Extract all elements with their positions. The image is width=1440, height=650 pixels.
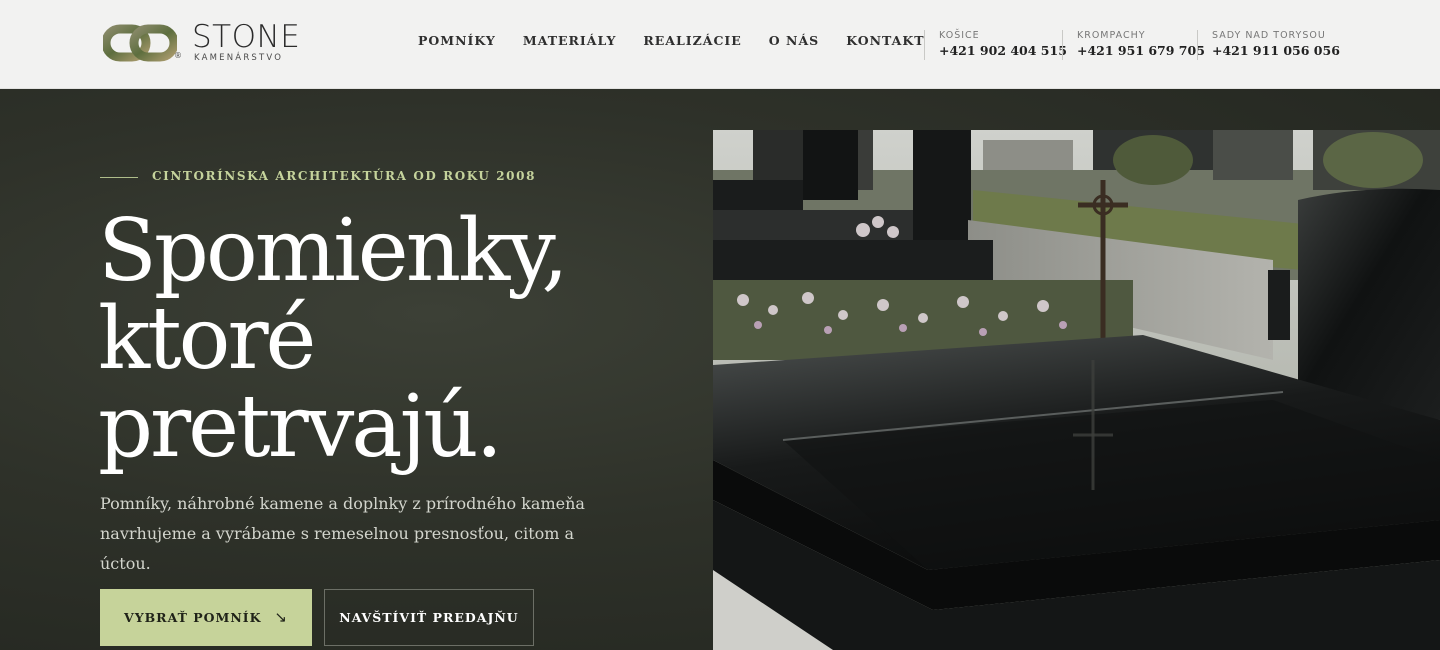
nav-item-pomniky[interactable]: POMNÍKY (418, 33, 496, 48)
contact-kosice: KOŠICE +421 902 404 515 (924, 30, 1067, 60)
registered-mark: ® (174, 51, 182, 60)
contact-city: SADY NAD TORYSOU (1212, 30, 1326, 41)
choose-monument-button[interactable]: VYBRAŤ POMNÍK ↘ (100, 589, 312, 646)
contact-sady-nad-torysou: SADY NAD TORYSOU +421 911 056 056 (1197, 30, 1340, 60)
brand-tagline: KAMENÁRSTVO (194, 53, 284, 63)
lead-line-1: Pomníky, náhrobné kamene a doplnky z prí… (100, 494, 585, 513)
nav-item-kontakt[interactable]: KONTAKT (846, 33, 924, 48)
main-nav: POMNÍKY MATERIÁLY REALIZÁCIE O NÁS KONTA… (418, 33, 952, 48)
contact-phone-link[interactable]: +421 911 056 056 (1212, 42, 1340, 59)
choose-monument-label: VYBRAŤ POMNÍK (124, 610, 262, 625)
contact-krompachy: KROMPACHY +421 951 679 705 (1062, 30, 1205, 60)
lead-line-2: navrhujeme a vyrábame s remeselnou presn… (100, 524, 575, 573)
contact-phone-link[interactable]: +421 902 404 515 (939, 42, 1067, 59)
headline-line-1: Spomienky, (98, 201, 569, 301)
visit-store-button[interactable]: NAVŠTÍVIŤ PREDAJŇU (324, 589, 534, 646)
arrow-down-right-icon: ↘ (274, 608, 288, 626)
hero-section: CINTORÍNSKA ARCHITEKTÚRA OD ROKU 2008 Sp… (0, 89, 1440, 650)
logo-link[interactable]: ® STONE KAMENÁRSTVO (103, 20, 313, 66)
headline-line-3: pretrvajú. (98, 377, 503, 477)
contact-city: KOŠICE (939, 30, 980, 41)
hero-lead: Pomníky, náhrobné kamene a doplnky z prí… (100, 489, 620, 579)
hero-headline: Spomienky, ktoré pretrvajú. (98, 207, 658, 471)
site-header: ® STONE KAMENÁRSTVO POMNÍKY MATERIÁLY RE… (0, 0, 1440, 89)
headline-line-2: ktoré (98, 289, 316, 389)
contact-phone-link[interactable]: +421 951 679 705 (1077, 42, 1205, 59)
chain-link-logo-icon (103, 24, 177, 62)
nav-item-realizacie[interactable]: REALIZÁCIE (643, 33, 741, 48)
nav-item-materialy[interactable]: MATERIÁLY (523, 33, 617, 48)
brand-name: STONE (192, 19, 301, 55)
nav-item-o-nas[interactable]: O NÁS (769, 33, 819, 48)
eyebrow-divider (100, 177, 138, 178)
contact-city: KROMPACHY (1077, 30, 1146, 41)
hero-eyebrow: CINTORÍNSKA ARCHITEKTÚRA OD ROKU 2008 (152, 169, 537, 183)
hero-cemetery-image (713, 130, 1440, 650)
